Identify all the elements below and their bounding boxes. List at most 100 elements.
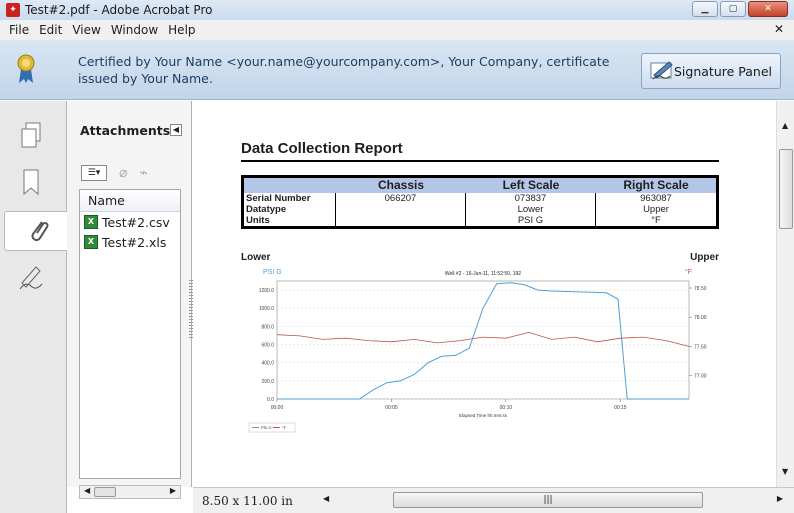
certification-message: Certified by Your Name <your.name@yourco…	[78, 54, 610, 86]
status-bar: 8.50 x 11.00 in ◀ ||| ▶	[193, 487, 794, 513]
menu-edit[interactable]: Edit	[34, 23, 67, 37]
page-size-readout: 8.50 x 11.00 in	[202, 494, 293, 508]
scroll-right-icon[interactable]: ▶	[170, 486, 176, 495]
attachments-tab[interactable]	[4, 211, 67, 251]
list-item[interactable]: X Test#2.xls	[80, 232, 180, 252]
menu-file[interactable]: File	[4, 23, 34, 37]
document-view: Data Collection Report Chassis Left Scal…	[193, 101, 776, 487]
table-header-cell	[244, 178, 336, 193]
document-vertical-scrollbar[interactable]: ▲ ▼	[776, 101, 794, 487]
y-left-tick-label: 1200.0	[259, 288, 275, 294]
attachment-filename: Test#2.csv	[102, 214, 170, 230]
menu-bar: File Edit View Window Help ✕	[0, 20, 794, 40]
attachment-filename: Test#2.xls	[102, 234, 167, 250]
legend-degf-label: °F	[282, 425, 287, 430]
table-cell: 066207	[336, 193, 466, 204]
options-menu-icon[interactable]: ☰▾	[81, 165, 107, 181]
scroll-right-icon[interactable]: ▶	[777, 494, 783, 503]
table-cell: Lower	[466, 204, 596, 215]
left-scale-label: Lower	[241, 252, 271, 263]
table-header-cell: Right Scale	[623, 178, 689, 192]
collapse-panel-button[interactable]: ◀	[170, 124, 182, 136]
attachments-panel: Attachments ◀ ☰▾ ⌀ ⌁ Name X Test#2.csv X…	[67, 101, 192, 499]
open-file-icon[interactable]: ⌁	[139, 165, 147, 181]
scroll-left-icon[interactable]: ◀	[323, 494, 329, 503]
signatures-icon[interactable]	[18, 261, 44, 291]
spreadsheet-file-icon: X	[84, 235, 98, 249]
y-right-tick-label: 77.00	[694, 374, 707, 380]
menu-help[interactable]: Help	[163, 23, 200, 37]
table-cell: °F	[651, 215, 661, 226]
acrobat-pdf-icon: ✦	[6, 3, 20, 17]
table-header-row: Chassis Left Scale Right Scale	[244, 178, 716, 193]
x-axis-label: Elapsed Time hh:mm:ss	[459, 413, 508, 418]
chart-title: Well #2 - 16-Jun-11, 11:52:50, 192	[445, 271, 521, 277]
y-left-tick-label: 800.0	[261, 324, 274, 330]
certified-ribbon-icon	[17, 54, 35, 83]
scroll-up-icon[interactable]: ▲	[782, 121, 788, 130]
table-row: Datatype Lower Upper	[244, 204, 716, 215]
table-cell: PSI G	[466, 215, 596, 226]
table-header-cell: Left Scale	[502, 178, 560, 192]
table-cell: Upper	[643, 204, 669, 215]
attachments-header: Attachments	[80, 123, 171, 138]
report-title: Data Collection Report	[241, 140, 403, 157]
list-item[interactable]: X Test#2.csv	[80, 212, 180, 232]
maximize-button[interactable]: ▢	[720, 1, 746, 17]
bookmarks-icon[interactable]	[18, 167, 44, 197]
signature-panel-button[interactable]: Signature Panel	[641, 53, 781, 89]
table-row: Units PSI G °F	[244, 215, 716, 226]
paperclip-icon	[31, 221, 49, 241]
y-left-tick-label: 1000.0	[259, 306, 275, 312]
attach-file-icon[interactable]: ⌀	[119, 165, 127, 181]
table-row: Serial Number 066207 073837 963087	[244, 193, 716, 204]
spreadsheet-file-icon: X	[84, 215, 98, 229]
table-cell	[336, 215, 466, 226]
y-right-tick-label: 78.50	[694, 286, 707, 292]
x-tick-label: 00:10	[500, 405, 513, 411]
signature-pen-icon	[650, 61, 673, 80]
window-titlebar: ✦ Test#2.pdf - Adobe Acrobat Pro ▁ ▢ ✕	[0, 0, 794, 20]
table-cell: 963087	[640, 193, 672, 204]
x-tick-label: 00:00	[271, 405, 284, 411]
navigation-pane	[0, 101, 67, 513]
right-unit-label: °F	[685, 268, 692, 276]
y-left-tick-label: 200.0	[261, 379, 274, 385]
legend-psi-label: PSI G	[261, 425, 272, 430]
table-cell	[336, 204, 466, 215]
window-title: Test#2.pdf - Adobe Acrobat Pro	[25, 3, 213, 17]
name-column-header[interactable]: Name	[80, 190, 180, 212]
x-tick-label: 00:15	[614, 405, 627, 411]
report-info-table: Chassis Left Scale Right Scale Serial Nu…	[241, 175, 719, 229]
close-document-icon[interactable]: ✕	[774, 22, 784, 36]
plot-frame	[276, 280, 690, 400]
y-left-tick-label: 400.0	[261, 361, 274, 367]
table-cell: 073837	[466, 193, 596, 204]
pages-icon[interactable]	[18, 121, 44, 151]
right-scale-label: Upper	[690, 252, 719, 263]
title-divider	[241, 160, 719, 162]
y-right-tick-label: 78.00	[694, 315, 707, 321]
scroll-left-icon[interactable]: ◀	[84, 486, 90, 495]
pressure-temperature-chart: 0.0 200.0 400.0 600.0 800.0 1000.0 1200.0 77.00…	[248, 268, 707, 433]
scrollbar-thumb[interactable]	[94, 487, 116, 497]
minimize-button[interactable]: ▁	[692, 1, 718, 17]
certification-bar: Certified by Your Name <your.name@yourco…	[0, 40, 794, 100]
table-cell: Serial Number	[244, 193, 336, 204]
document-horizontal-scrollbar[interactable]: ◀ ||| ▶	[323, 492, 783, 508]
table-header-cell: Chassis	[377, 178, 425, 192]
close-button[interactable]: ✕	[748, 1, 788, 17]
scroll-down-icon[interactable]: ▼	[782, 467, 788, 476]
menu-view[interactable]: View	[67, 23, 105, 37]
chart-container: 0.0 200.0 400.0 600.0 800.0 1000.0 1200.0 77.00…	[241, 265, 721, 433]
attachments-horizontal-scrollbar[interactable]: ◀ ▶	[79, 485, 181, 499]
y-right-tick-label: 77.50	[694, 344, 707, 350]
y-left-tick-label: 0.0	[267, 397, 274, 403]
attachments-list: Name X Test#2.csv X Test#2.xls	[79, 189, 181, 479]
left-unit-label: PSI G	[263, 269, 282, 276]
x-tick-label: 00:05	[385, 405, 398, 411]
scrollbar-thumb[interactable]: |||	[393, 492, 703, 508]
menu-window[interactable]: Window	[106, 23, 163, 37]
table-cell: Units	[244, 215, 336, 226]
scrollbar-thumb[interactable]	[779, 149, 793, 229]
